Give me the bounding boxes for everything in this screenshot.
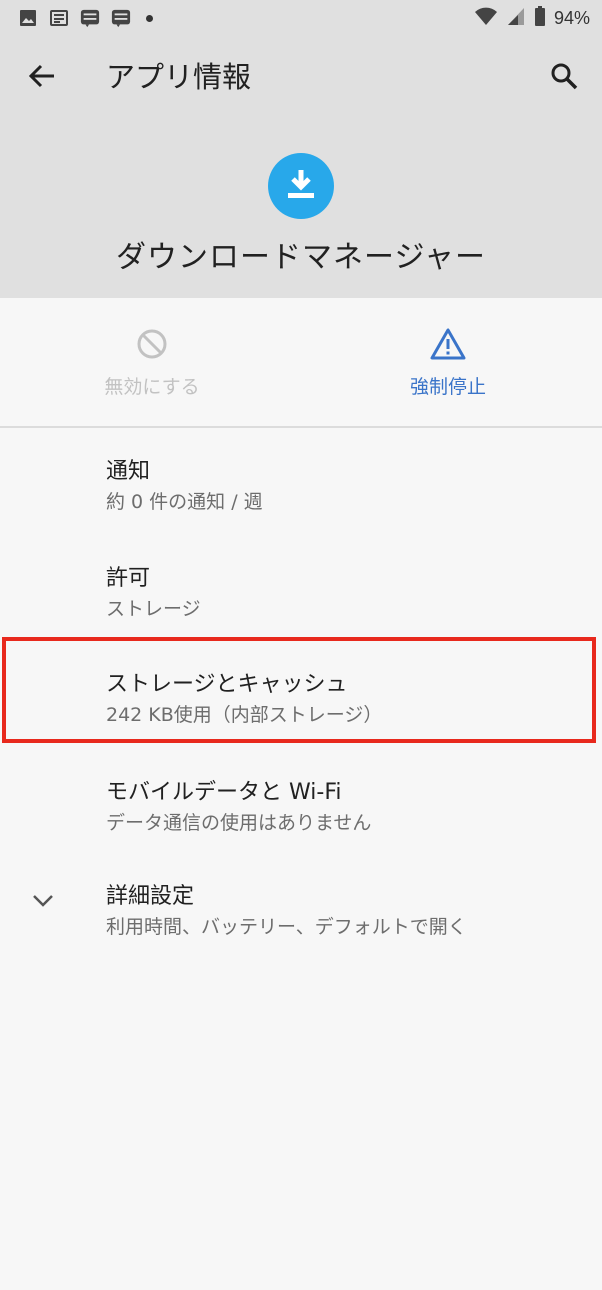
item-subtitle: 約 0 件の通知 / 週 bbox=[106, 491, 263, 513]
item-title: ストレージとキャッシュ bbox=[106, 672, 348, 697]
divider bbox=[0, 426, 602, 428]
news-icon bbox=[49, 8, 69, 28]
download-icon bbox=[283, 166, 319, 206]
disable-label: 無効にする bbox=[104, 376, 200, 398]
item-title: 許可 bbox=[106, 566, 151, 591]
item-title: 詳細設定 bbox=[106, 884, 195, 909]
app-icon bbox=[268, 153, 334, 219]
search-button[interactable] bbox=[544, 58, 584, 98]
status-bar: 94% bbox=[0, 0, 602, 36]
toolbar: アプリ情報 bbox=[0, 36, 602, 116]
warning-icon bbox=[430, 327, 466, 365]
back-button[interactable] bbox=[22, 58, 62, 98]
list-item-mobile-data-wifi[interactable]: モバイルデータと Wi-Fi データ通信の使用はありません bbox=[0, 774, 602, 874]
line-manga-icon bbox=[111, 8, 131, 28]
block-icon bbox=[135, 327, 169, 365]
disable-button[interactable]: 無効にする bbox=[52, 326, 252, 399]
arrow-left-icon bbox=[28, 62, 56, 94]
list-item-notifications[interactable]: 通知 約 0 件の通知 / 週 bbox=[0, 453, 602, 553]
image-icon bbox=[18, 8, 38, 28]
item-title: 通知 bbox=[106, 459, 151, 484]
dot-icon bbox=[146, 14, 153, 22]
app-actions: 無効にする 強制停止 bbox=[0, 298, 602, 426]
item-title: モバイルデータと Wi-Fi bbox=[106, 780, 342, 805]
line-manga-icon bbox=[80, 8, 100, 28]
list-item-storage-cache[interactable]: ストレージとキャッシュ 242 KB使用（内部ストレージ） bbox=[0, 666, 602, 766]
page-title: アプリ情報 bbox=[106, 60, 252, 94]
signal-icon bbox=[506, 6, 526, 30]
item-subtitle: ストレージ bbox=[106, 598, 201, 620]
item-subtitle: データ通信の使用はありません bbox=[106, 812, 372, 834]
battery-icon bbox=[534, 6, 546, 30]
item-subtitle: 242 KB使用（内部ストレージ） bbox=[106, 704, 383, 726]
wifi-icon bbox=[474, 6, 498, 30]
app-name: ダウンロードマネージャー bbox=[116, 240, 486, 275]
battery-percentage: 94% bbox=[553, 7, 590, 28]
item-subtitle: 利用時間、バッテリー、デフォルトで開く bbox=[106, 916, 467, 938]
force-stop-label: 強制停止 bbox=[409, 376, 486, 398]
list-item-advanced[interactable]: 詳細設定 利用時間、バッテリー、デフォルトで開く bbox=[0, 878, 602, 978]
search-icon bbox=[550, 62, 578, 94]
chevron-down-icon bbox=[28, 886, 58, 916]
force-stop-button[interactable]: 強制停止 bbox=[348, 326, 548, 399]
list-item-permissions[interactable]: 許可 ストレージ bbox=[0, 560, 602, 660]
